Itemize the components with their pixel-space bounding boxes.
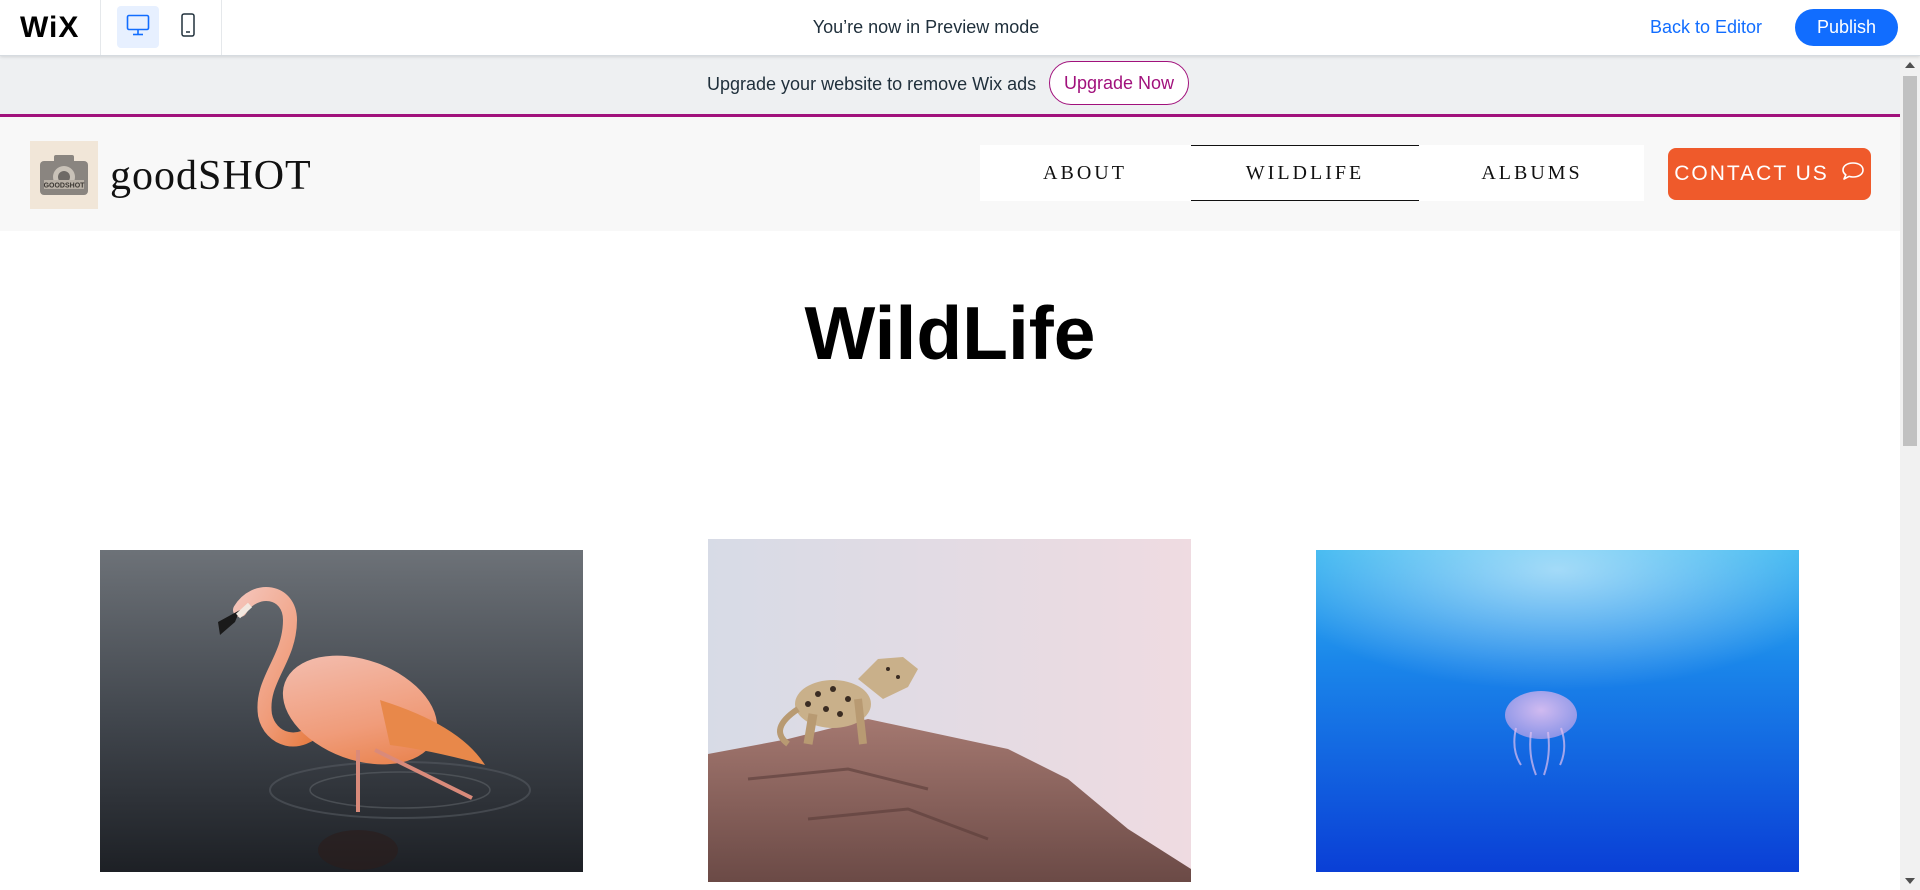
contact-us-button[interactable]: CONTACT US xyxy=(1668,148,1871,200)
upgrade-banner: Upgrade your website to remove Wix ads U… xyxy=(0,56,1900,117)
upgrade-banner-text: Upgrade your website to remove Wix ads xyxy=(707,74,1037,94)
svg-text:GOODSHOT: GOODSHOT xyxy=(44,183,86,190)
site-header: GOODSHOT goodSHOT ABOUT WILDLIFE ALBUMS … xyxy=(0,117,1900,231)
site-nav: ABOUT WILDLIFE ALBUMS xyxy=(980,145,1644,201)
gallery-image-flamingo[interactable] xyxy=(100,550,583,872)
camera-logo-icon: GOODSHOT xyxy=(40,155,88,195)
scroll-up-arrow-icon[interactable] xyxy=(1905,62,1915,68)
gallery-image-leopard[interactable] xyxy=(708,539,1191,882)
page-title: WildLife xyxy=(804,291,1096,375)
site-name[interactable]: goodSHOT xyxy=(110,152,312,200)
preview-mode-message: You’re now in Preview mode xyxy=(812,17,1040,37)
chat-bubble-icon xyxy=(1841,161,1865,187)
back-to-editor-link[interactable]: Back to Editor xyxy=(1650,17,1762,38)
publish-button[interactable]: Publish xyxy=(1795,9,1898,46)
scroll-down-arrow-icon[interactable] xyxy=(1905,878,1915,884)
wix-preview-toolbar: WiX You’re now in Preview mode Back to E… xyxy=(0,0,1920,56)
nav-item-wildlife[interactable]: WILDLIFE xyxy=(1191,145,1419,201)
contact-us-label: CONTACT US xyxy=(1674,162,1829,185)
page-scrollbar[interactable] xyxy=(1900,56,1920,890)
gallery-image-jellyfish[interactable] xyxy=(1316,550,1799,872)
scroll-thumb[interactable] xyxy=(1903,76,1917,446)
upgrade-now-button[interactable]: Upgrade Now xyxy=(1049,61,1189,105)
site-logo[interactable]: GOODSHOT xyxy=(30,141,98,209)
nav-item-about[interactable]: ABOUT xyxy=(980,145,1190,201)
nav-item-albums[interactable]: ALBUMS xyxy=(1420,145,1644,201)
